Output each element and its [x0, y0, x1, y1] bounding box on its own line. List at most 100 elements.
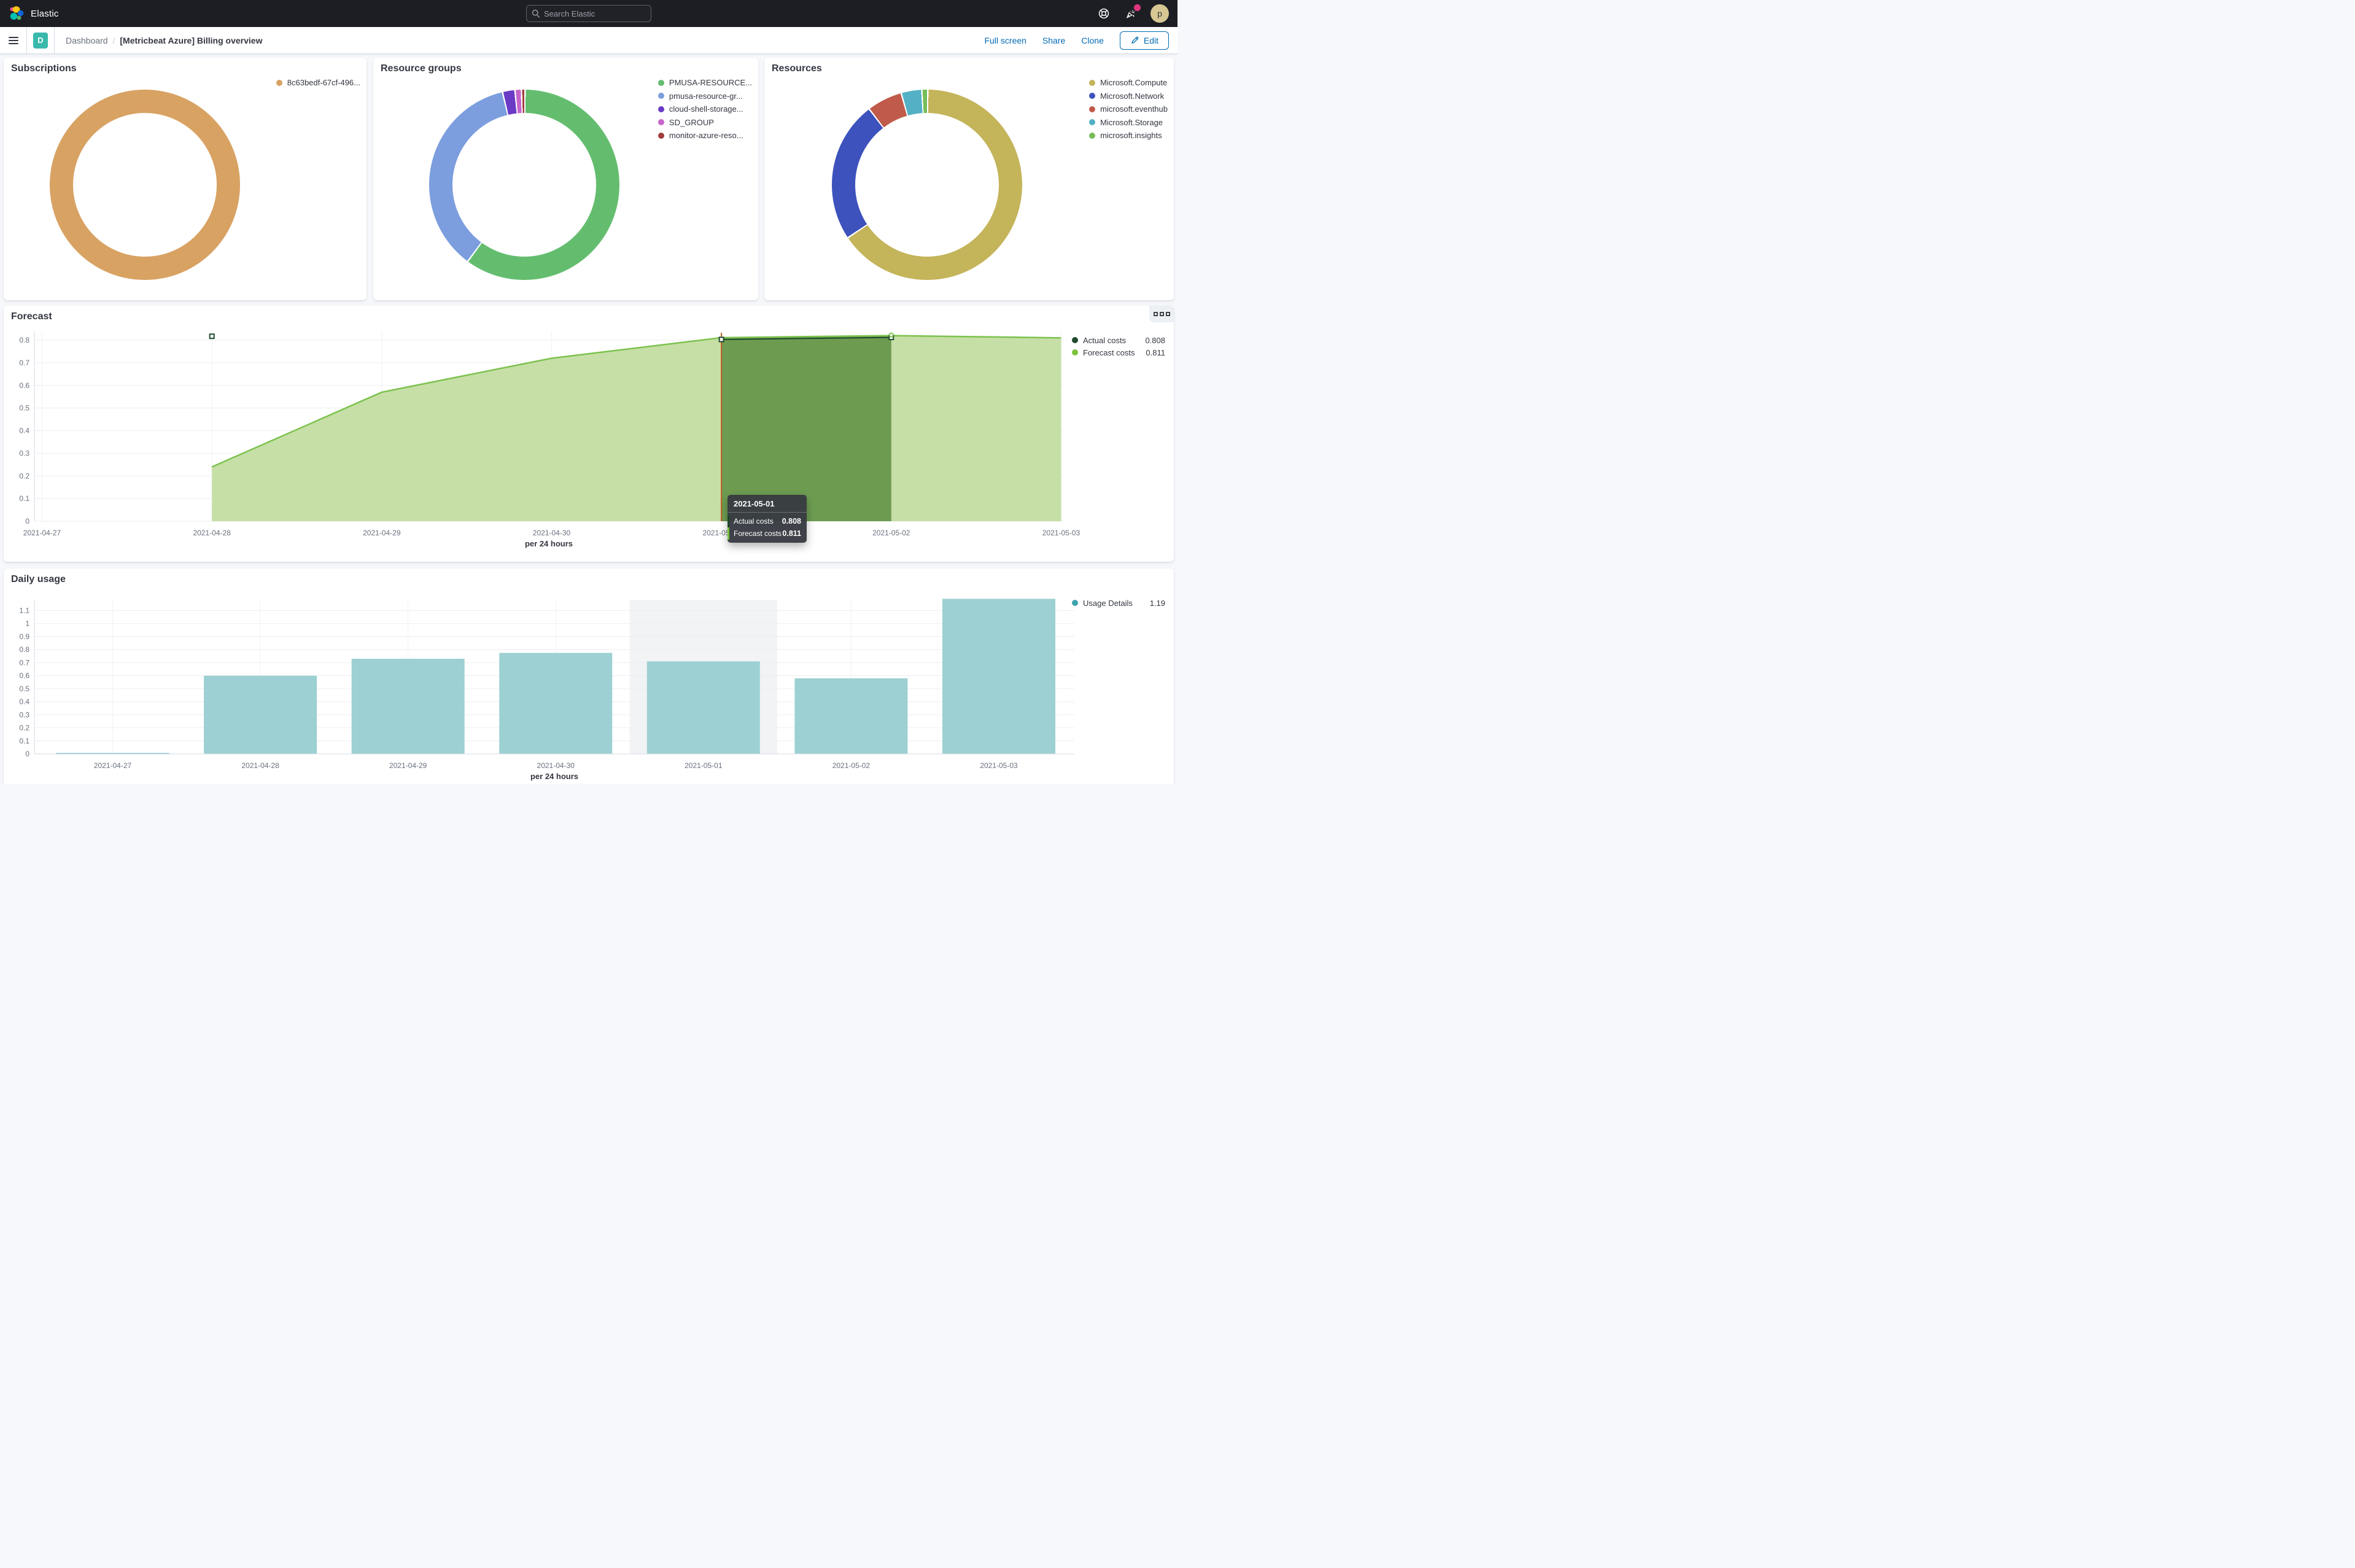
tooltip-series-value: 0.811: [782, 529, 801, 538]
page-title: [Metricbeat Azure] Billing overview: [120, 36, 262, 45]
forecast-area-chart[interactable]: 00.10.20.30.40.50.60.70.82021-04-272021-…: [4, 306, 1174, 562]
svg-text:0.1: 0.1: [19, 494, 29, 503]
legend-label: pmusa-resource-gr...: [669, 91, 743, 101]
legend-item[interactable]: 8c63bedf-67cf-496...: [276, 76, 360, 90]
legend-item[interactable]: Usage Details1.19: [1072, 597, 1165, 609]
tooltip-date: 2021-05-01: [727, 495, 807, 513]
subscriptions-donut-chart[interactable]: [50, 90, 240, 280]
legend-label: Actual costs: [1083, 336, 1126, 345]
panel-options-button[interactable]: [1149, 306, 1174, 322]
brand-name: Elastic: [31, 9, 59, 19]
legend-item[interactable]: microsoft.insights: [1089, 129, 1168, 142]
dashboard-page: Elastic: [0, 0, 1178, 784]
global-search-box[interactable]: [526, 5, 651, 22]
svg-text:0.5: 0.5: [19, 404, 29, 413]
resource-groups-panel: Resource groups PMUSA-RESOURCE... pmusa-r…: [373, 58, 758, 300]
help-button[interactable]: [1096, 6, 1111, 21]
hamburger-icon: [9, 37, 18, 44]
search-input[interactable]: [544, 9, 646, 18]
legend-dot-icon: [1089, 133, 1095, 139]
breadcrumb-separator: /: [113, 36, 115, 45]
forecast-panel: Forecast 00.10.20.30.40.50.60.70.82021-0…: [4, 306, 1174, 562]
svg-text:0.7: 0.7: [19, 658, 29, 667]
breadcrumb: Dashboard / [Metricbeat Azure] Billing o…: [66, 36, 262, 45]
edit-button[interactable]: Edit: [1120, 31, 1169, 50]
tooltip-series-bar-icon: [727, 527, 729, 540]
legend-dot-icon: [1089, 93, 1095, 99]
legend-dot-icon: [1089, 106, 1095, 112]
notification-dot: [1134, 4, 1141, 11]
tooltip-row: Forecast costs0.811: [727, 527, 807, 540]
svg-text:2021-04-29: 2021-04-29: [389, 761, 427, 770]
svg-text:2021-04-28: 2021-04-28: [193, 529, 231, 537]
svg-text:2021-05-01: 2021-05-01: [685, 761, 723, 770]
nav-menu-button[interactable]: [0, 27, 27, 53]
svg-text:2021-04-30: 2021-04-30: [533, 529, 571, 537]
panel-title: Daily usage: [11, 574, 66, 585]
legend-label: SD_GROUP: [669, 118, 714, 127]
legend-dot-icon: [1089, 119, 1095, 125]
svg-text:0.4: 0.4: [19, 697, 29, 706]
legend-item[interactable]: Microsoft.Network: [1089, 90, 1168, 103]
tooltip-series-value: 0.808: [782, 517, 801, 526]
brand[interactable]: Elastic: [9, 6, 59, 21]
tooltip-row: Actual costs0.808: [727, 515, 807, 527]
breadcrumb-dashboard[interactable]: Dashboard: [66, 36, 108, 45]
chart-tooltip: 2021-05-01 Actual costs0.808Forecast cos…: [727, 495, 807, 543]
legend-label: monitor-azure-reso...: [669, 131, 743, 140]
legend-item[interactable]: microsoft.eventhub: [1089, 103, 1168, 116]
legend-item[interactable]: monitor-azure-reso...: [658, 129, 752, 142]
clone-button[interactable]: Clone: [1081, 36, 1104, 45]
resource-groups-donut-chart[interactable]: [429, 90, 619, 280]
resources-donut-chart[interactable]: [832, 90, 1022, 280]
legend-dot-icon: [658, 133, 664, 139]
svg-text:0.2: 0.2: [19, 472, 29, 480]
legend-dot-icon: [276, 80, 282, 86]
legend-item[interactable]: Microsoft.Storage: [1089, 116, 1168, 130]
legend-item[interactable]: Forecast costs0.811: [1072, 346, 1165, 359]
svg-text:0.1: 0.1: [19, 737, 29, 745]
svg-text:0: 0: [25, 517, 29, 526]
tooltip-series-bar-icon: [727, 515, 729, 527]
app-badge-cell: D: [27, 27, 55, 53]
newsfeed-button[interactable]: [1123, 6, 1138, 21]
legend-dot-icon: [658, 106, 664, 112]
full-screen-button[interactable]: Full screen: [984, 36, 1026, 45]
forecast-legend: Actual costs0.808Forecast costs0.811: [1072, 334, 1165, 359]
svg-text:per 24 hours: per 24 hours: [530, 772, 578, 781]
svg-text:2021-05-03: 2021-05-03: [1042, 529, 1081, 537]
avatar-initial: p: [1157, 9, 1162, 18]
donut-hole: [73, 113, 217, 257]
legend-label: Microsoft.Storage: [1100, 118, 1163, 127]
legend-label: 8c63bedf-67cf-496...: [287, 78, 360, 87]
legend-label: PMUSA-RESOURCE...: [669, 78, 752, 87]
svg-text:2021-05-02: 2021-05-02: [872, 529, 910, 537]
legend-label: Microsoft.Compute: [1100, 78, 1167, 87]
legend-dot-icon: [1072, 349, 1078, 355]
legend-item[interactable]: pmusa-resource-gr...: [658, 90, 752, 103]
subscriptions-panel: Subscriptions 8c63bedf-67cf-496...: [4, 58, 367, 300]
svg-text:2021-04-27: 2021-04-27: [23, 529, 61, 537]
legend-dot-icon: [1072, 337, 1078, 343]
subscriptions-legend: 8c63bedf-67cf-496...: [276, 76, 360, 90]
legend-item[interactable]: Microsoft.Compute: [1089, 76, 1168, 90]
svg-text:0.2: 0.2: [19, 724, 29, 732]
legend-item[interactable]: PMUSA-RESOURCE...: [658, 76, 752, 90]
svg-text:0.8: 0.8: [19, 645, 29, 654]
svg-text:0.9: 0.9: [19, 632, 29, 641]
legend-dot-icon: [1089, 80, 1095, 86]
panel-title: Resource groups: [381, 63, 462, 74]
daily-usage-bar-chart[interactable]: 00.10.20.30.40.50.60.70.80.911.12021-04-…: [4, 569, 1174, 784]
share-button[interactable]: Share: [1042, 36, 1065, 45]
elastic-logo-icon: [9, 6, 25, 21]
legend-value: 0.811: [1137, 348, 1165, 357]
dashboard-app-badge[interactable]: D: [33, 33, 48, 49]
legend-label: microsoft.eventhub: [1100, 104, 1168, 114]
svg-text:0.6: 0.6: [19, 381, 29, 390]
legend-item[interactable]: cloud-shell-storage...: [658, 103, 752, 116]
legend-item[interactable]: SD_GROUP: [658, 116, 752, 130]
user-avatar[interactable]: p: [1150, 4, 1169, 23]
legend-item[interactable]: Actual costs0.808: [1072, 334, 1165, 346]
tooltip-series-label: Actual costs: [734, 517, 782, 526]
legend-dot-icon: [658, 93, 664, 99]
